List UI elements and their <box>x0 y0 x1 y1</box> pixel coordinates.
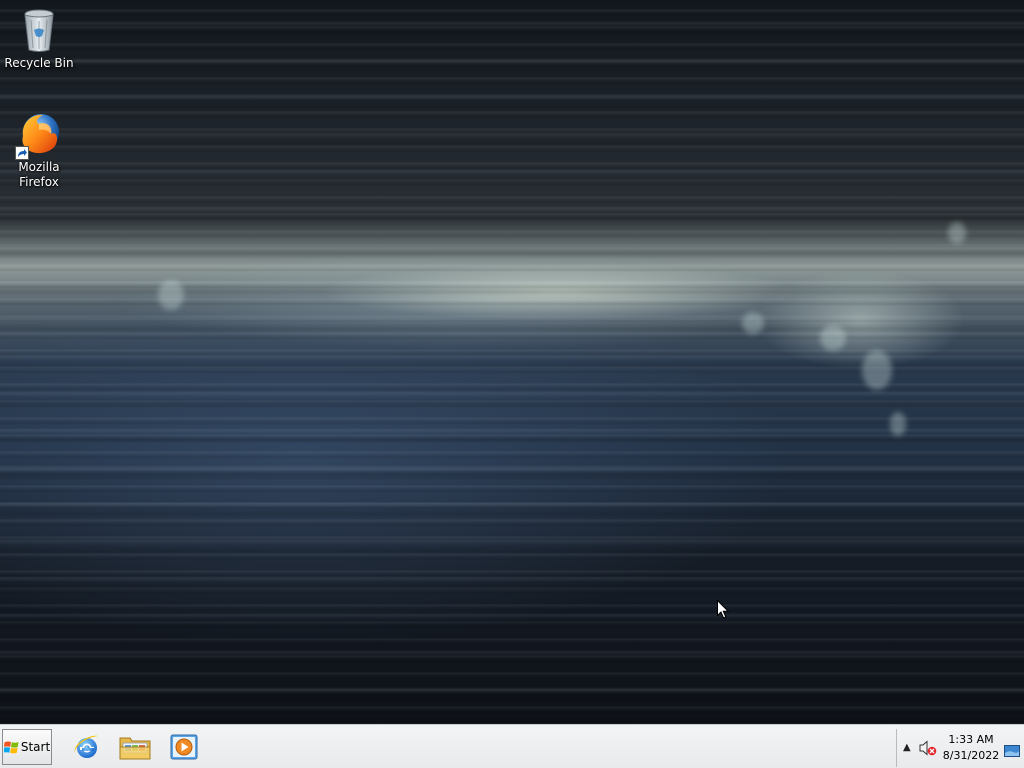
windows-logo-icon <box>3 740 19 755</box>
show-desktop-icon[interactable] <box>1004 742 1020 757</box>
desktop-icon-mozilla-firefox[interactable]: Mozilla Firefox <box>1 110 77 190</box>
wallpaper-light <box>820 325 846 351</box>
clock-date: 8/31/2022 <box>942 749 1000 762</box>
system-tray: ▲ 1:33 AM 8/31/2022 <box>896 729 1024 767</box>
windows-media-player-quick-launch[interactable] <box>167 731 201 763</box>
desktop-icon-label: Recycle Bin <box>4 56 74 70</box>
windows-explorer-icon <box>119 737 151 760</box>
wallpaper-light <box>158 280 184 310</box>
taskbar: Start ▲ 1:33 AM 8/31/2022 <box>0 724 1024 768</box>
shortcut-arrow-icon <box>15 146 29 160</box>
wallpaper-light <box>862 350 892 390</box>
windows-explorer-quick-launch[interactable] <box>118 731 152 763</box>
wallpaper-light <box>742 312 764 334</box>
wallpaper-light <box>948 222 966 244</box>
desktop[interactable]: Recycle Bin Mozilla Firefox <box>0 0 1024 724</box>
clock[interactable]: 1:33 AM 8/31/2022 <box>941 732 1001 764</box>
desktop-icon-recycle-bin[interactable]: Recycle Bin <box>1 6 77 71</box>
clock-time: 1:33 AM <box>948 733 994 746</box>
volume-muted-icon[interactable] <box>919 740 937 756</box>
mouse-cursor-icon <box>717 599 730 619</box>
desktop-icon-label: Mozilla Firefox <box>18 160 60 189</box>
start-label: Start <box>20 740 51 754</box>
start-button[interactable]: Start <box>2 729 52 765</box>
firefox-icon <box>15 110 63 160</box>
wallpaper-light <box>890 412 906 436</box>
internet-explorer-quick-launch[interactable] <box>70 731 104 763</box>
internet-explorer-icon <box>74 735 98 758</box>
show-hidden-icons-icon[interactable]: ▲ <box>903 742 911 753</box>
windows-media-player-icon <box>170 734 198 760</box>
recycle-bin-icon <box>15 6 63 54</box>
